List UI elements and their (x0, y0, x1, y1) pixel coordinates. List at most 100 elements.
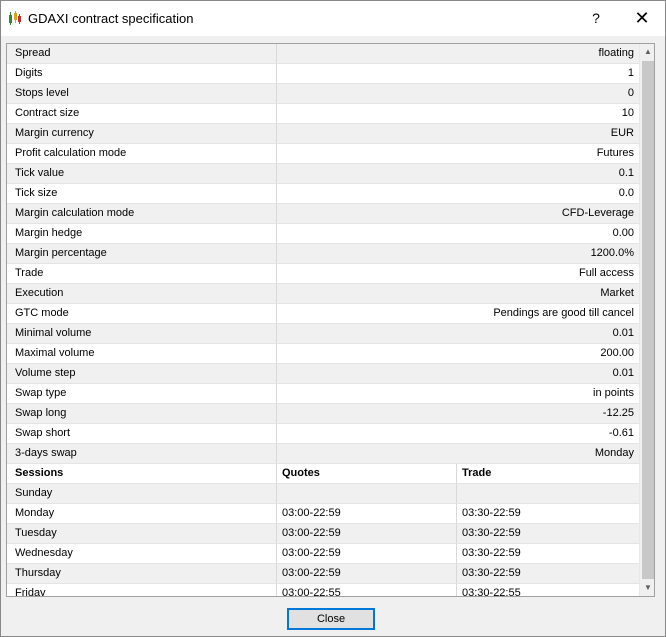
spec-row[interactable]: Margin currency EUR (7, 124, 639, 144)
spec-row[interactable]: Maximal volume 200.00 (7, 344, 639, 364)
spec-row[interactable]: Tick size 0.0 (7, 184, 639, 204)
spec-row[interactable]: Stops level 0 (7, 84, 639, 104)
spec-value: 10 (621, 107, 634, 119)
close-button[interactable]: Close (287, 608, 375, 630)
session-row[interactable]: Wednesday 03:00-22:59 03:30-22:59 (7, 544, 639, 564)
spec-row[interactable]: Margin percentage 1200.0% (7, 244, 639, 264)
spec-value: -0.61 (608, 427, 634, 439)
spec-value: Futures (596, 147, 634, 159)
spec-row[interactable]: Tick value 0.1 (7, 164, 639, 184)
spec-row[interactable]: GTC mode Pendings are good till cancel (7, 304, 639, 324)
spec-value: Full access (578, 267, 634, 279)
spec-row[interactable]: Trade Full access (7, 264, 639, 284)
sessions-header-quotes: Quotes (277, 464, 457, 483)
spec-row[interactable]: Digits 1 (7, 64, 639, 84)
spec-value: floating (598, 47, 634, 59)
spec-name: Swap short (7, 424, 277, 443)
session-day: Friday (7, 584, 277, 596)
spec-value: 0.00 (612, 227, 634, 239)
spec-value: 0.1 (618, 167, 634, 179)
spec-value: 1 (627, 67, 634, 79)
spec-value: Monday (594, 447, 634, 459)
spec-row[interactable]: Minimal volume 0.01 (7, 324, 639, 344)
session-quotes: 03:00-22:59 (277, 504, 457, 523)
spec-row[interactable]: Swap short -0.61 (7, 424, 639, 444)
vertical-scrollbar[interactable]: ▲ ▼ (639, 44, 654, 596)
session-quotes: 03:00-22:59 (277, 564, 457, 583)
spec-row[interactable]: Volume step 0.01 (7, 364, 639, 384)
session-trade: 03:30-22:55 (462, 587, 521, 597)
spec-name: Spread (7, 44, 277, 63)
scroll-thumb[interactable] (642, 61, 654, 579)
spec-name: Swap long (7, 404, 277, 423)
session-quotes: 03:00-22:55 (277, 584, 457, 596)
session-trade: 03:30-22:59 (462, 547, 521, 559)
session-day: Monday (7, 504, 277, 523)
session-quotes: 03:00-22:59 (277, 544, 457, 563)
scroll-up-icon[interactable]: ▲ (640, 44, 654, 60)
sessions-header-day: Sessions (7, 464, 277, 483)
spec-name: Margin currency (7, 124, 277, 143)
spec-value: -12.25 (602, 407, 634, 419)
session-row[interactable]: Tuesday 03:00-22:59 03:30-22:59 (7, 524, 639, 544)
spec-name: Margin calculation mode (7, 204, 277, 223)
spec-row[interactable]: 3-days swap Monday (7, 444, 639, 464)
title-bar[interactable]: GDAXI contract specification ? ✕ (1, 1, 665, 36)
help-button[interactable]: ? (581, 5, 611, 31)
session-row[interactable]: Thursday 03:00-22:59 03:30-22:59 (7, 564, 639, 584)
sessions-header-row: Sessions Quotes Trade (7, 464, 639, 484)
spec-row[interactable]: Contract size 10 (7, 104, 639, 124)
spec-name: Tick size (7, 184, 277, 203)
session-quotes: 03:00-22:59 (277, 524, 457, 543)
spec-value: Pendings are good till cancel (493, 307, 634, 319)
spec-row[interactable]: Spread floating (7, 44, 639, 64)
spec-name: Profit calculation mode (7, 144, 277, 163)
session-day: Wednesday (7, 544, 277, 563)
app-chart-icon (9, 11, 21, 25)
spec-value: 200.00 (600, 347, 634, 359)
spec-name: Digits (7, 64, 277, 83)
spec-row[interactable]: Profit calculation mode Futures (7, 144, 639, 164)
session-day: Thursday (7, 564, 277, 583)
session-row[interactable]: Monday 03:00-22:59 03:30-22:59 (7, 504, 639, 524)
spec-name: Contract size (7, 104, 277, 123)
sessions-header-trade: Trade (462, 467, 492, 479)
session-row[interactable]: Sunday (7, 484, 639, 504)
spec-table: Spread floating Digits 1 Stops level 0 Contrac… (7, 44, 639, 597)
spec-name: Tick value (7, 164, 277, 183)
session-day: Sunday (7, 484, 277, 503)
session-quotes (277, 484, 457, 503)
window-title: GDAXI contract specification (28, 11, 194, 26)
spec-name: Volume step (7, 364, 277, 383)
spec-name: Swap type (7, 384, 277, 403)
spec-name: Margin percentage (7, 244, 277, 263)
scroll-down-icon[interactable]: ▼ (640, 580, 654, 596)
session-trade: 03:30-22:59 (462, 527, 521, 539)
spec-row[interactable]: Margin hedge 0.00 (7, 224, 639, 244)
spec-value: 0.01 (612, 367, 634, 379)
spec-row[interactable]: Swap type in points (7, 384, 639, 404)
spec-name: Maximal volume (7, 344, 277, 363)
spec-row[interactable]: Swap long -12.25 (7, 404, 639, 424)
spec-value: 0.0 (618, 187, 634, 199)
spec-name: Margin hedge (7, 224, 277, 243)
spec-name: GTC mode (7, 304, 277, 323)
spec-name: Trade (7, 264, 277, 283)
session-row[interactable]: Friday 03:00-22:55 03:30-22:55 (7, 584, 639, 597)
session-trade (457, 484, 639, 503)
session-trade: 03:30-22:59 (462, 567, 521, 579)
spec-value: EUR (610, 127, 634, 139)
spec-value: CFD-Leverage (561, 207, 634, 219)
close-window-icon[interactable]: ✕ (625, 5, 659, 31)
spec-value: 1200.0% (590, 247, 634, 259)
spec-list[interactable]: Spread floating Digits 1 Stops level 0 Contrac… (6, 43, 655, 597)
spec-value: 0.01 (612, 327, 634, 339)
spec-row[interactable]: Margin calculation mode CFD-Leverage (7, 204, 639, 224)
spec-name: Execution (7, 284, 277, 303)
spec-name: Stops level (7, 84, 277, 103)
spec-value: 0 (627, 87, 634, 99)
dialog-window: GDAXI contract specification ? ✕ Spread f… (0, 0, 666, 637)
spec-value: Market (600, 287, 634, 299)
spec-name: Minimal volume (7, 324, 277, 343)
spec-row[interactable]: Execution Market (7, 284, 639, 304)
